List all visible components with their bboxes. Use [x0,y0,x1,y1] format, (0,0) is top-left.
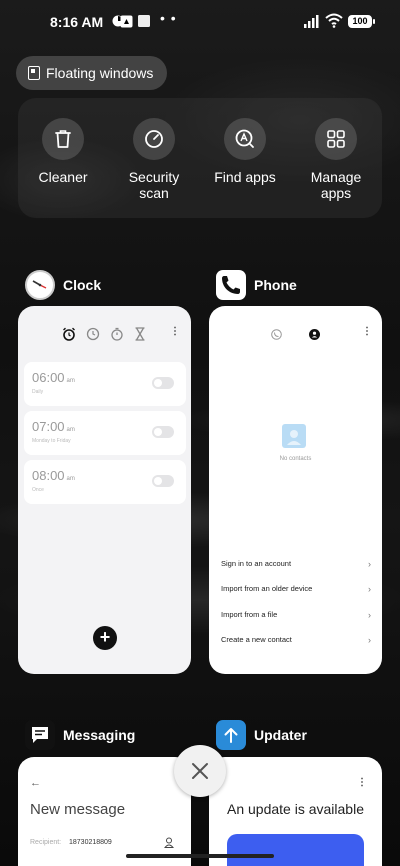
more-notifications-icon: • • [160,10,177,26]
alarm-row[interactable]: 08:00 am Once [24,460,186,504]
status-bar: 8:16 AM • • 100 [0,0,400,44]
phone-app-name: Phone [254,277,297,293]
phone-more-icon[interactable]: ⋮ [362,326,372,337]
floating-windows-button[interactable]: Floating windows [16,56,168,90]
contacts-placeholder-icon [282,424,306,448]
chevron-right-icon: › [368,584,371,594]
security-scan-button[interactable]: Security scan [114,118,194,201]
alarm-toggle[interactable] [152,475,174,487]
manage-apps-label: Manage apps [310,169,362,201]
floating-windows-label: Floating windows [46,65,154,81]
chevron-right-icon: › [368,635,371,645]
signal-icon [304,15,319,28]
home-indicator[interactable] [126,854,274,858]
back-arrow-icon[interactable]: ← [30,777,41,789]
option-label: Import from a file [221,610,278,619]
clock-app-header[interactable]: Clock [25,270,101,300]
cleaner-label: Cleaner [38,169,88,185]
messaging-app-card[interactable]: ← New message Recipient: 18730218809 [18,757,191,866]
world-clock-tab-icon[interactable] [86,327,100,341]
update-available-title: An update is available [227,801,364,817]
clock-app-name: Clock [63,277,102,293]
contact-picker-icon[interactable] [164,837,174,848]
manage-apps-icon [315,118,357,160]
alarm-toggle[interactable] [152,426,174,438]
manage-apps-button[interactable]: Manage apps [296,118,376,201]
recipient-value[interactable]: 18730218809 [69,839,112,846]
alarm-repeat: Daily [32,389,44,395]
stopwatch-tab-icon[interactable] [110,327,124,341]
import-older-device-option[interactable]: Import from an older device › [221,584,371,594]
security-scan-label: Security scan [128,169,180,201]
clock-more-icon[interactable]: ⋮ [170,326,180,337]
alarm-repeat: Monday to Friday [32,438,71,444]
contacts-tab-icon[interactable] [309,329,320,340]
new-message-title: New message [30,801,126,818]
battery-icon: 100 [348,15,375,28]
recipient-label: Recipient: [30,839,62,846]
chevron-right-icon: › [368,559,371,569]
timer-tab-icon[interactable] [134,327,146,341]
alarm-time: 06:00 [32,370,65,385]
close-icon [192,763,208,779]
status-time: 8:16 AM [50,14,104,30]
option-label: Create a new contact [221,635,292,644]
phone-app-card[interactable]: ⋮ No contacts Sign in to an account › Imp… [209,306,382,674]
alarm-repeat: Once [32,487,44,493]
sign-in-option[interactable]: Sign in to an account › [221,559,371,569]
alarm-row[interactable]: 06:00 am Daily [24,362,186,406]
alarm-ampm: am [66,378,75,384]
messaging-app-name: Messaging [63,727,136,743]
trash-icon [42,118,84,160]
no-contacts-text: No contacts [279,456,312,462]
alarm-time: 08:00 [32,468,65,483]
cleaner-button[interactable]: Cleaner [23,118,103,185]
option-label: Sign in to an account [221,559,292,568]
find-apps-button[interactable]: Find apps [205,118,285,185]
clock-app-card[interactable]: ⋮ 06:00 am Daily 07:00 am Monday to Friday… [18,306,191,674]
find-apps-label: Find apps [214,169,276,185]
updater-app-name: Updater [254,727,307,743]
messaging-app-icon [25,720,55,750]
updater-app-icon [216,720,246,750]
wifi-icon [325,13,343,28]
alarm-tab-icon[interactable] [62,327,76,341]
chevron-right-icon: › [368,610,371,620]
find-apps-icon [224,118,266,160]
option-label: Import from an older device [221,584,313,593]
updater-more-icon[interactable]: ⋮ [357,777,367,788]
alarm-ampm: am [66,476,75,482]
clock-app-icon [25,270,55,300]
alarm-toggle[interactable] [152,377,174,389]
create-contact-option[interactable]: Create a new contact › [221,635,371,645]
import-file-option[interactable]: Import from a file › [221,610,371,620]
updater-app-header[interactable]: Updater [216,720,307,750]
square-notification-icon [138,15,150,27]
messaging-app-header[interactable]: Messaging [25,720,135,750]
alarm-ampm: am [66,427,75,433]
add-alarm-button[interactable]: + [93,626,117,650]
alarm-time: 07:00 [32,419,65,434]
alarm-row[interactable]: 07:00 am Monday to Friday [24,411,186,455]
phone-app-header[interactable]: Phone [216,270,297,300]
updater-app-card[interactable]: ⋮ An update is available [209,757,382,866]
recents-tab-icon[interactable] [271,329,282,340]
close-all-button[interactable] [174,745,226,797]
floating-windows-icon [28,66,40,80]
security-scan-icon [133,118,175,160]
update-banner [227,834,364,866]
phone-app-icon [216,270,246,300]
app-notification-icon [120,15,133,28]
